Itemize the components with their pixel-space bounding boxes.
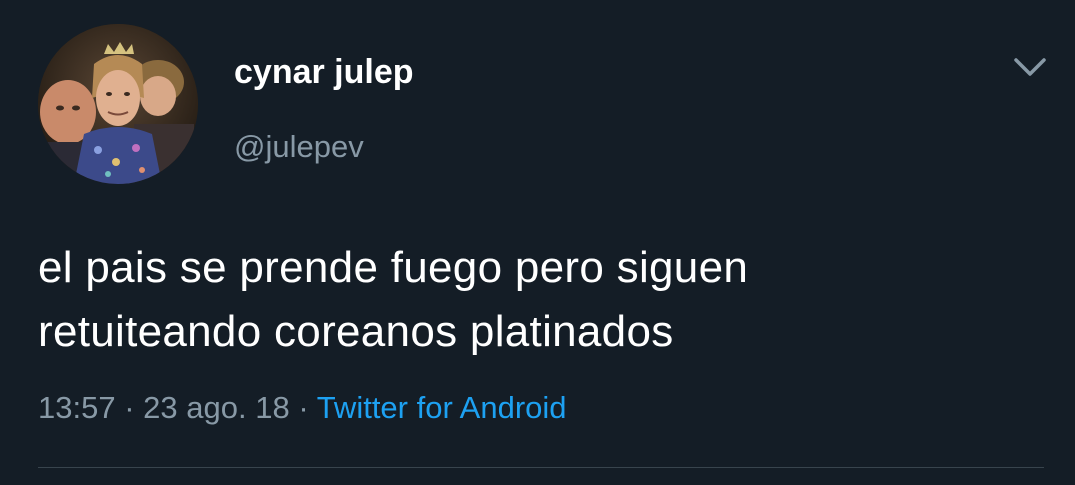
author-handle[interactable]: @julepev (234, 128, 364, 166)
tweet-menu-button[interactable] (1008, 52, 1052, 84)
chevron-down-icon (1014, 58, 1046, 76)
tweet-text-line: retuiteando coreanos platinados (38, 307, 674, 356)
meta-separator: · (298, 390, 309, 425)
tweet-source-link[interactable]: Twitter for Android (317, 390, 567, 425)
meta-separator: · (124, 390, 135, 425)
tweet-date[interactable]: 23 ago. 18 (143, 390, 290, 425)
tweet-text: el pais se prende fuego pero siguen retu… (38, 236, 1038, 364)
tweet-text-line: el pais se prende fuego pero siguen (38, 243, 749, 292)
author-display-name[interactable]: cynar julep (234, 52, 414, 92)
divider (38, 467, 1044, 468)
avatar[interactable] (38, 24, 198, 184)
tweet-meta: 13:57 · 23 ago. 18 · Twitter for Android (38, 388, 567, 428)
profile-photo-icon (38, 24, 198, 184)
tweet-time[interactable]: 13:57 (38, 390, 116, 425)
tweet-card: cynar julep @julepev el pais se prende f… (0, 0, 1075, 485)
